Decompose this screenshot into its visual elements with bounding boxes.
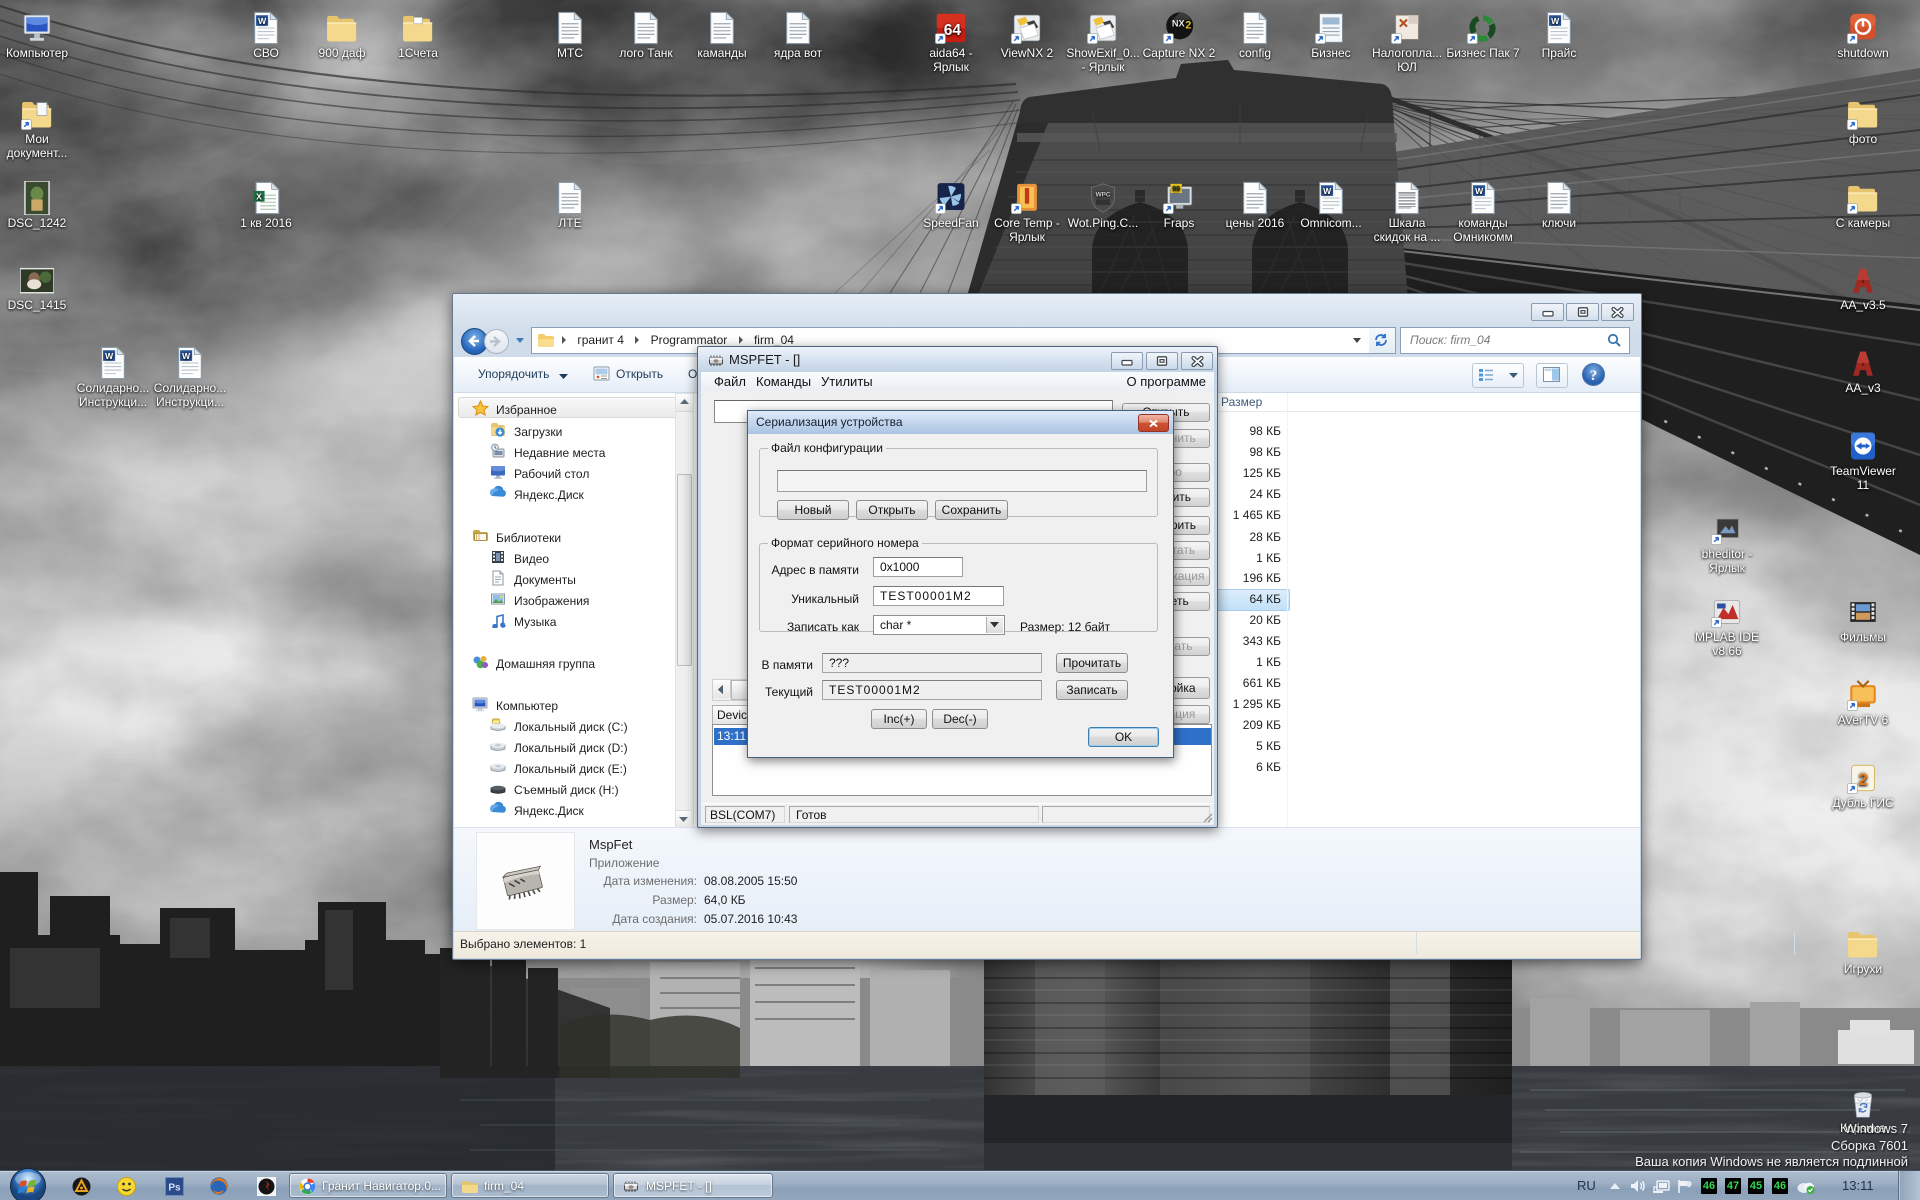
svg-text:WPC: WPC: [1096, 192, 1111, 199]
svg-text:Ps: Ps: [168, 1183, 181, 1194]
svg-text:2: 2: [1858, 770, 1867, 789]
svg-text:64: 64: [944, 22, 962, 39]
svg-text:NX: NX: [1172, 19, 1186, 29]
svg-text:?: ?: [1590, 368, 1598, 384]
svg-text:99: 99: [1172, 185, 1180, 193]
svg-text:2: 2: [1185, 20, 1191, 32]
